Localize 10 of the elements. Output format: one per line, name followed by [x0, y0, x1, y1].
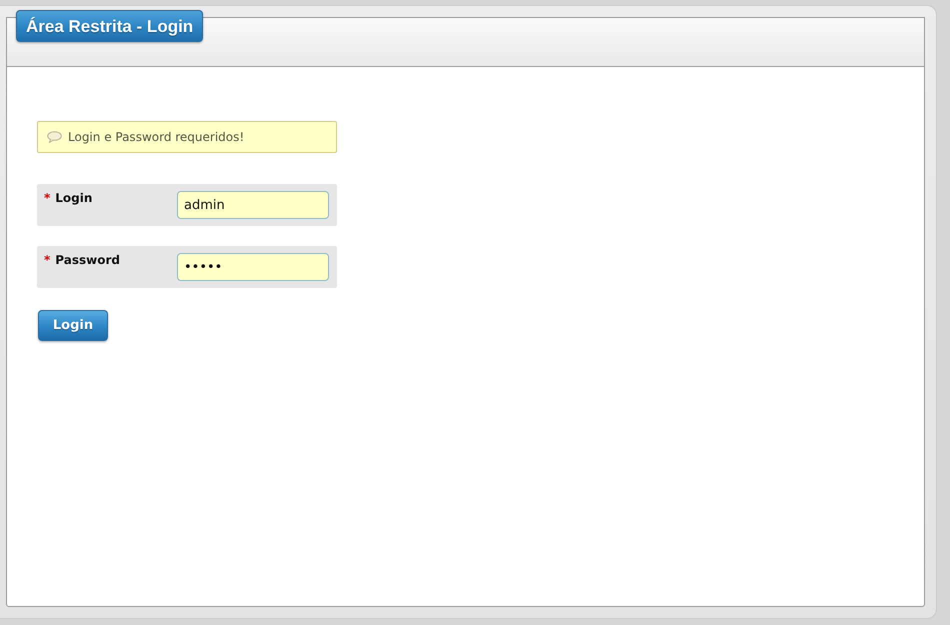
required-asterisk: * — [44, 253, 50, 267]
message-text: Login e Password requeridos! — [68, 130, 244, 144]
login-button[interactable]: Login — [38, 310, 108, 341]
input-field[interactable]: ••••• — [177, 253, 329, 281]
required-asterisk: * — [44, 191, 50, 205]
page-title: Área Restrita - Login — [16, 10, 204, 42]
speech-bubble-icon — [47, 131, 62, 143]
field-label: Password — [55, 253, 120, 267]
input-field[interactable]: admin — [177, 191, 329, 219]
field-label: Login — [55, 191, 92, 205]
